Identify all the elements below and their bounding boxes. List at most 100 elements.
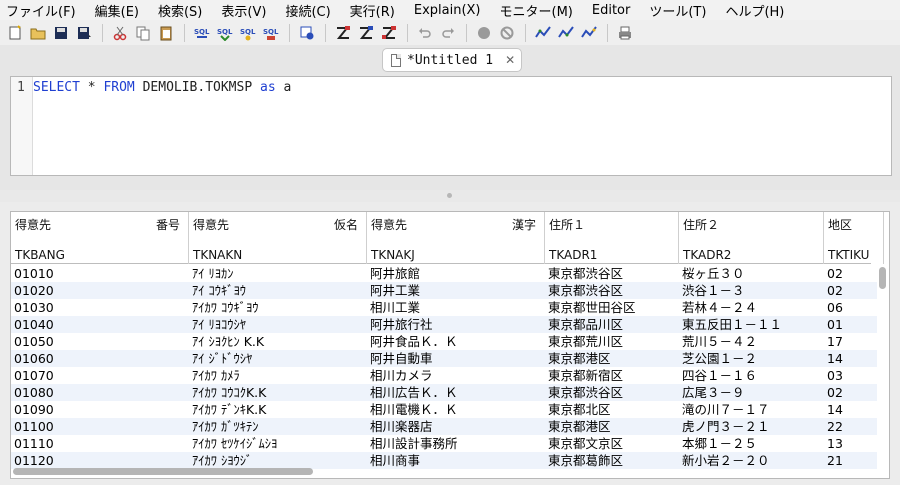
- cancel-icon[interactable]: [496, 23, 518, 43]
- table-cell: 東京都渋谷区: [548, 266, 624, 281]
- toolbar-separator: [102, 23, 103, 42]
- run-all-icon[interactable]: [378, 23, 400, 43]
- table-cell: 相川カメラ: [370, 368, 433, 383]
- table-cell: 01090: [14, 402, 54, 417]
- column-header-tktiku[interactable]: 地区 TKTIKU: [824, 212, 884, 264]
- table-cell: 阿井食品Ｋ．Ｋ: [370, 334, 458, 349]
- table-row[interactable]: 01050 ｱｲ ｼﾖｸﾋﾝ K.K 阿井食品Ｋ．Ｋ 東京都荒川区 荒川５－４２ 17: [11, 333, 877, 350]
- menu-run[interactable]: 実行(R): [350, 1, 395, 20]
- table-cell: 13: [827, 436, 843, 451]
- sql-icon[interactable]: SQL: [260, 23, 282, 43]
- table-row[interactable]: 01030 ｱｲｶﾜ ｺｳｷﾞﾖｳ 相川工業 東京都世田谷区 若林４－２４ 06: [11, 299, 877, 316]
- menu-connect[interactable]: 接続(C): [285, 1, 330, 20]
- monitor-icon[interactable]: [578, 23, 600, 43]
- menu-file[interactable]: ファイル(F): [6, 1, 76, 20]
- table-cell: 桜ヶ丘３０: [682, 266, 745, 281]
- table-cell: 東京都港区: [548, 419, 611, 434]
- run-icon[interactable]: [332, 23, 354, 43]
- menu-view[interactable]: 表示(V): [221, 1, 266, 20]
- column-field-name: TKTIKU: [828, 248, 870, 262]
- column-label-suffix: 番号: [155, 218, 180, 232]
- menu-bar: ファイル(F) 編集(E) 検索(S) 表示(V) 接続(C) 実行(R) Ex…: [0, 0, 900, 20]
- monitor-icon[interactable]: [555, 23, 577, 43]
- table-row[interactable]: 01120 ｱｲｶﾜ ｼﾖｳｼﾞ 相川商事 東京都葛飾区 新小岩２－２０ 21: [11, 452, 877, 469]
- undo-icon[interactable]: [414, 23, 436, 43]
- open-folder-icon[interactable]: [27, 23, 49, 43]
- copy-icon[interactable]: [132, 23, 154, 43]
- table-row[interactable]: 01080 ｱｲｶﾜ ｺｳｺｸK.K 相川広告Ｋ．Ｋ 東京都渋谷区 広尾３－９ 02: [11, 384, 877, 401]
- column-header-tknakj[interactable]: 得意先 漢字 TKNAKJ: [367, 212, 545, 264]
- table-cell: 22: [827, 419, 843, 434]
- table-cell: 若林４－２４: [682, 300, 758, 315]
- table-cell: 滝の川７－１７: [682, 402, 770, 417]
- table-row[interactable]: 01060 ｱｲ ｼﾞﾄﾞｳｼﾔ 阿井自動車 東京都港区 芝公園１－２ 14: [11, 350, 877, 367]
- table-cell: 東京都渋谷区: [548, 283, 624, 298]
- table-row[interactable]: 01070 ｱｲｶﾜ ｶﾒﾗ 相川カメラ 東京都新宿区 四谷１－１６ 03: [11, 367, 877, 384]
- sql-icon[interactable]: SQL: [214, 23, 236, 43]
- results-grid[interactable]: 得意先 番号 TKBANG 得意先 仮名 TKNAKN 得意先 漢字 TKNAKJ 住所１ TKAD…: [10, 211, 890, 479]
- menu-tools[interactable]: ツール(T): [649, 1, 706, 20]
- column-label: 地区: [828, 218, 853, 232]
- menu-explain[interactable]: Explain(X): [414, 3, 481, 18]
- menu-edit[interactable]: 編集(E): [95, 1, 139, 20]
- save-icon[interactable]: [50, 23, 72, 43]
- column-header-tkbang[interactable]: 得意先 番号 TKBANG: [11, 212, 189, 264]
- table-row[interactable]: 01010 ｱｲ ﾘﾖｶﾝ 阿井旅館 東京都渋谷区 桜ヶ丘３０ 02: [11, 265, 877, 282]
- save-as-icon[interactable]: [73, 23, 95, 43]
- menu-editor[interactable]: Editor: [592, 3, 630, 18]
- table-cell: ｱｲｶﾜ ｺｳｷﾞﾖｳ: [192, 300, 259, 315]
- table-cell: 相川楽器店: [370, 419, 433, 434]
- tab-untitled-1[interactable]: *Untitled 1 ✕: [382, 48, 522, 72]
- table-row[interactable]: 01100 ｱｲｶﾜ ｶﾞﾂｷﾃﾝ 相川楽器店 東京都港区 虎ノ門３－２１ 22: [11, 418, 877, 435]
- toolbar: SQL SQL SQL SQL: [0, 20, 900, 45]
- table-cell: 01110: [14, 436, 54, 451]
- sql-icon[interactable]: SQL: [191, 23, 213, 43]
- run-step-icon[interactable]: [355, 23, 377, 43]
- table-row[interactable]: 01040 ｱｲ ﾘﾖｺｳｼﾔ 阿井旅行社 東京都品川区 東五反田１－１１ 01: [11, 316, 877, 333]
- horizontal-scrollbar[interactable]: [13, 468, 873, 476]
- vertical-scrollbar[interactable]: [879, 265, 887, 465]
- sql-editor[interactable]: 1 SELECT * FROM DEMOLIB.TOKMSP as a: [10, 76, 892, 176]
- table-cell: 阿井自動車: [370, 351, 433, 366]
- table-cell: ｱｲ ｼﾞﾄﾞｳｼﾔ: [192, 351, 253, 366]
- monitor-icon[interactable]: [532, 23, 554, 43]
- table-cell: 相川工業: [370, 300, 421, 315]
- column-header-tkadr1[interactable]: 住所１ TKADR1: [545, 212, 679, 264]
- table-row[interactable]: 01090 ｱｲｶﾜ ﾃﾞﾝｷK.K 相川電機Ｋ．Ｋ 東京都北区 滝の川７－１７ 14: [11, 401, 877, 418]
- splitter-handle[interactable]: [447, 193, 452, 198]
- table-row[interactable]: 01020 ｱｲ ｺｳｷﾞﾖｳ 阿井工業 東京都渋谷区 渋谷１－３ 02: [11, 282, 877, 299]
- paste-icon[interactable]: [155, 23, 177, 43]
- stop-icon[interactable]: [473, 23, 495, 43]
- app-window: ファイル(F) 編集(E) 検索(S) 表示(V) 接続(C) 実行(R) Ex…: [0, 0, 900, 485]
- table-row[interactable]: 01110 ｱｲｶﾜ ｾﾂｹｲｼﾞﾑｼﾖ 相川設計事務所 東京都文京区 本郷１－２５ 13: [11, 435, 877, 452]
- new-file-icon[interactable]: [4, 23, 26, 43]
- table-cell: 阿井工業: [370, 283, 421, 298]
- code-line[interactable]: SELECT * FROM DEMOLIB.TOKMSP as a: [33, 80, 291, 95]
- column-label: 得意先: [371, 218, 408, 232]
- column-label: 住所１: [549, 218, 586, 232]
- vertical-scrollbar-thumb[interactable]: [879, 267, 886, 289]
- close-icon[interactable]: ✕: [505, 53, 515, 67]
- column-header-tknakn[interactable]: 得意先 仮名 TKNAKN: [189, 212, 367, 264]
- svg-text:SQL: SQL: [240, 28, 256, 36]
- splitter[interactable]: [0, 190, 900, 202]
- table-cell: ｱｲｶﾜ ｶﾞﾂｷﾃﾝ: [192, 419, 259, 434]
- horizontal-scrollbar-thumb[interactable]: [13, 468, 313, 475]
- menu-search[interactable]: 検索(S): [158, 1, 202, 20]
- redo-icon[interactable]: [437, 23, 459, 43]
- sql-text: *: [79, 80, 104, 95]
- cut-icon[interactable]: [109, 23, 131, 43]
- menu-help[interactable]: ヘルプ(H): [725, 1, 784, 20]
- table-cell: 01050: [14, 334, 54, 349]
- table-cell: ｱｲ ﾘﾖｺｳｼﾔ: [192, 317, 246, 332]
- table-cell: 東京都世田谷区: [548, 300, 636, 315]
- table-cell: 01070: [14, 368, 54, 383]
- svg-text:SQL: SQL: [194, 28, 210, 36]
- explain-connect-icon[interactable]: [296, 23, 318, 43]
- column-header-tkadr2[interactable]: 住所２ TKADR2: [679, 212, 824, 264]
- table-cell: 東京都港区: [548, 351, 611, 366]
- menu-monitor[interactable]: モニター(M): [500, 1, 573, 20]
- sql-icon[interactable]: SQL: [237, 23, 259, 43]
- print-icon[interactable]: [614, 23, 636, 43]
- toolbar-separator: [325, 23, 326, 42]
